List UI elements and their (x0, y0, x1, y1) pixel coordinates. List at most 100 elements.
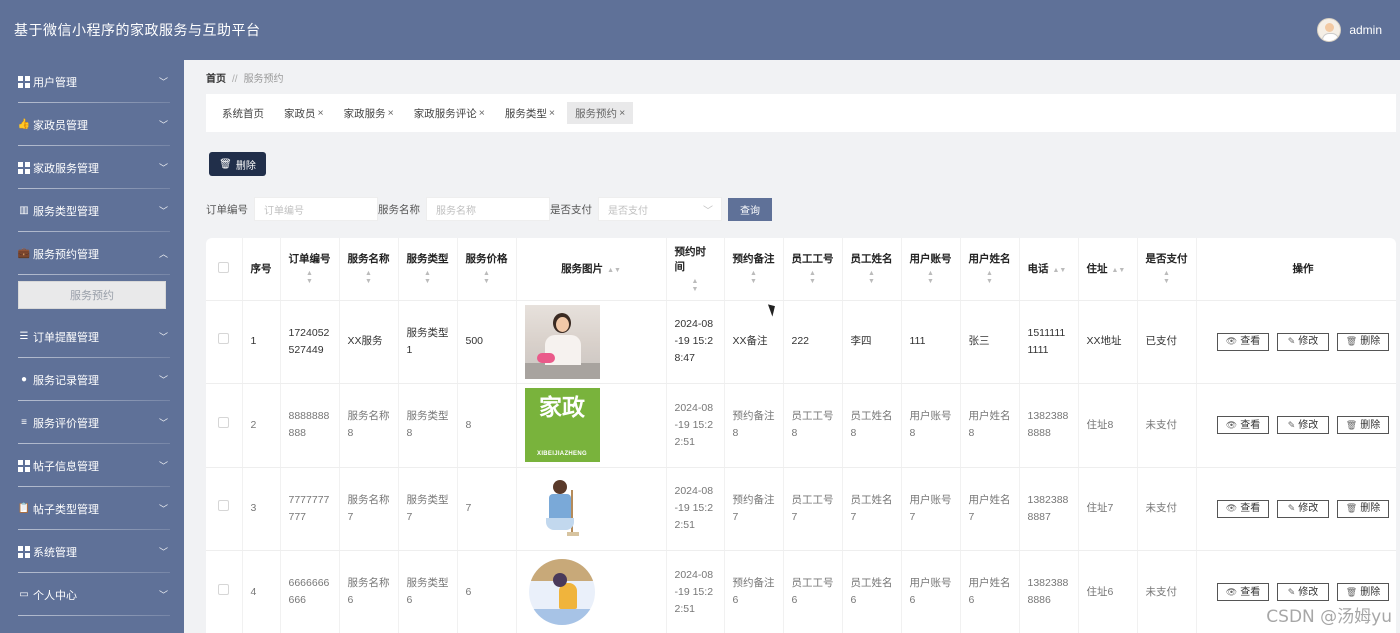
tabs-bar: 系统首页 家政员 × 家政服务 × 家政服务评论 × 服务类型 × 服务预约 × (206, 94, 1396, 132)
cell-price: 6 (457, 550, 517, 633)
tab-service-type[interactable]: 服务类型 × (497, 102, 563, 124)
service-image-mop-maid[interactable] (524, 471, 600, 546)
col-user-name[interactable]: 用户姓名 ▲ ▼ (960, 238, 1020, 301)
breadcrumb: 首页 // 服务预约 (206, 70, 284, 85)
close-icon[interactable]: × (318, 107, 324, 119)
col-time[interactable]: 预约时间 ▲ ▼ (666, 238, 725, 301)
tab-home[interactable]: 系统首页 (214, 102, 272, 124)
cell-price: 8 (457, 383, 517, 468)
close-icon[interactable]: × (479, 107, 485, 119)
col-account[interactable]: 用户账号 ▲ ▼ (901, 238, 961, 301)
close-icon[interactable]: × (388, 107, 394, 119)
breadcrumb-home[interactable]: 首页 (206, 74, 226, 85)
sort-icon[interactable]: ▲▼ (1112, 267, 1126, 274)
row-checkbox[interactable] (206, 300, 243, 384)
sidebar-item-review-mgmt[interactable]: ≡ 服务评价管理 ﹀ (0, 401, 184, 444)
sidebar-item-post-type-mgmt[interactable]: 📋 帖子类型管理 ﹀ (0, 487, 184, 530)
order-no-input[interactable]: 订单编号 (254, 197, 378, 221)
col-phone[interactable]: 电话 ▲▼ (1019, 238, 1079, 301)
sidebar-item-user-mgmt[interactable]: 用户管理 ﹀ (0, 60, 184, 103)
chevron-down-icon: ﹀ (158, 461, 168, 471)
row-checkbox[interactable] (206, 550, 243, 633)
col-order-no[interactable]: 订单编号 ▲ ▼ (280, 238, 340, 301)
grid-icon (18, 161, 30, 174)
sidebar-item-service-type-mgmt[interactable]: ▥ 服务类型管理 ﹀ (0, 189, 184, 232)
delete-button[interactable]: 🗑 删除 (1337, 416, 1389, 435)
col-price[interactable]: 服务价格 ▲ ▼ (457, 238, 517, 301)
row-checkbox[interactable] (206, 383, 243, 468)
service-image-cleaning-woman[interactable] (524, 304, 600, 379)
paid-select[interactable]: 是否支付 ﹀ (598, 197, 722, 221)
service-image-cleaning-circle[interactable] (524, 555, 600, 630)
col-service-name[interactable]: 服务名称 ▲ ▼ (339, 238, 399, 301)
view-button[interactable]: 👁 查看 (1217, 499, 1269, 518)
view-button[interactable]: 👁 查看 (1217, 583, 1269, 602)
sort-icon[interactable]: ▲▼ (607, 267, 621, 274)
sidebar-item-housekeeper-mgmt[interactable]: 👍 家政员管理 ﹀ (0, 103, 184, 146)
cell-service-type: 服务类型1 (398, 300, 458, 384)
cell-address: 住址7 (1078, 467, 1138, 551)
edit-button[interactable]: ✎ 修改 (1277, 499, 1329, 518)
app-title: 基于微信小程序的家政服务与互助平台 (14, 22, 261, 38)
sidebar-item-system-mgmt[interactable]: 系统管理 ﹀ (0, 530, 184, 573)
sort-icon[interactable]: ▲▼ (733, 270, 775, 286)
sort-icon[interactable]: ▲▼ (466, 270, 508, 286)
edit-button[interactable]: ✎ 修改 (1277, 332, 1329, 351)
sort-icon[interactable]: ▲▼ (1146, 270, 1188, 286)
cell-paid: 已支付 (1137, 300, 1197, 384)
col-address[interactable]: 住址 ▲▼ (1078, 238, 1138, 301)
sidebar-item-booking-mgmt[interactable]: 💼 服务预约管理 ︿ (0, 232, 184, 275)
tab-booking[interactable]: 服务预约 × (567, 102, 634, 124)
delete-button[interactable]: 🗑 删除 (1337, 583, 1389, 602)
sort-icon[interactable]: ▲▼ (851, 270, 893, 286)
sort-icon[interactable]: ▲▼ (792, 270, 834, 286)
cell-phone: 13823888886 (1019, 550, 1079, 633)
edit-button[interactable]: ✎ 修改 (1277, 416, 1329, 435)
view-label: 查看 (1240, 419, 1261, 431)
service-image-jiazheng-logo[interactable]: 家政 XIBEIJIAZHENG (524, 388, 600, 463)
col-paid[interactable]: 是否支付 ▲ ▼ (1137, 238, 1197, 301)
sort-icon[interactable]: ▲▼ (348, 270, 390, 286)
select-all-checkbox[interactable] (206, 238, 243, 301)
tab-service[interactable]: 家政服务 × (336, 102, 402, 124)
tab-service-comment[interactable]: 家政服务评论 × (406, 102, 493, 124)
cell-service-name: 服务名称6 (339, 550, 399, 633)
sidebar-item-order-reminder-mgmt[interactable]: ☰ 订单提醒管理 ﹀ (0, 315, 184, 358)
user-menu[interactable]: admin (1317, 18, 1382, 42)
table-row: 4 6666666666 服务名称6 服务类型6 6 2024-08-19 15… (206, 550, 1396, 633)
col-staff-no[interactable]: 员工工号 ▲ ▼ (783, 238, 843, 301)
sidebar-item-profile[interactable]: ▭ 个人中心 ﹀ (0, 573, 184, 616)
view-button[interactable]: 👁 查看 (1217, 416, 1269, 435)
chevron-up-icon: ︿ (158, 249, 168, 259)
row-checkbox[interactable] (206, 467, 243, 551)
sort-icon[interactable]: ▲▼ (910, 270, 952, 286)
col-note[interactable]: 预约备注 ▲ ▼ (724, 238, 784, 301)
delete-button[interactable]: 🗑 删除 (1337, 332, 1389, 351)
delete-button[interactable]: 🗑 删除 (1337, 499, 1389, 518)
sidebar-subitem-booking[interactable]: 服务预约 (18, 281, 166, 309)
col-service-type[interactable]: 服务类型 ▲ ▼ (398, 238, 458, 301)
sort-icon[interactable]: ▲▼ (289, 270, 331, 286)
service-name-input[interactable]: 服务名称 (426, 197, 550, 221)
col-image[interactable]: 服务图片 ▲▼ (516, 238, 667, 301)
sort-icon[interactable]: ▲▼ (675, 278, 716, 294)
cell-staff-no: 员工工号8 (783, 383, 843, 468)
search-button[interactable]: 查询 (728, 197, 772, 221)
sort-icon[interactable]: ▲▼ (969, 270, 1011, 286)
tab-housekeeper[interactable]: 家政员 × (276, 102, 332, 124)
view-button[interactable]: 👁 查看 (1217, 332, 1269, 351)
edit-button[interactable]: ✎ 修改 (1277, 583, 1329, 602)
sort-icon[interactable]: ▲▼ (407, 270, 449, 286)
col-staff-name[interactable]: 员工姓名 ▲ ▼ (842, 238, 902, 301)
filter-bar: 订单编号 订单编号 服务名称 服务名称 是否支付 是否支付 ﹀ 查询 (206, 197, 772, 221)
batch-delete-button[interactable]: 🗑 删除 (209, 152, 266, 176)
briefcase-icon: 💼 (17, 248, 31, 259)
sidebar-item-service-mgmt[interactable]: 家政服务管理 ﹀ (0, 146, 184, 189)
sort-icon[interactable]: ▲▼ (1053, 267, 1067, 274)
col-label: 订单编号 (288, 253, 331, 266)
close-icon[interactable]: × (619, 107, 625, 119)
sidebar-item-record-mgmt[interactable]: ● 服务记录管理 ﹀ (0, 358, 184, 401)
avatar[interactable] (1317, 18, 1342, 42)
sidebar-item-post-mgmt[interactable]: 帖子信息管理 ﹀ (0, 444, 184, 487)
close-icon[interactable]: × (549, 107, 555, 119)
